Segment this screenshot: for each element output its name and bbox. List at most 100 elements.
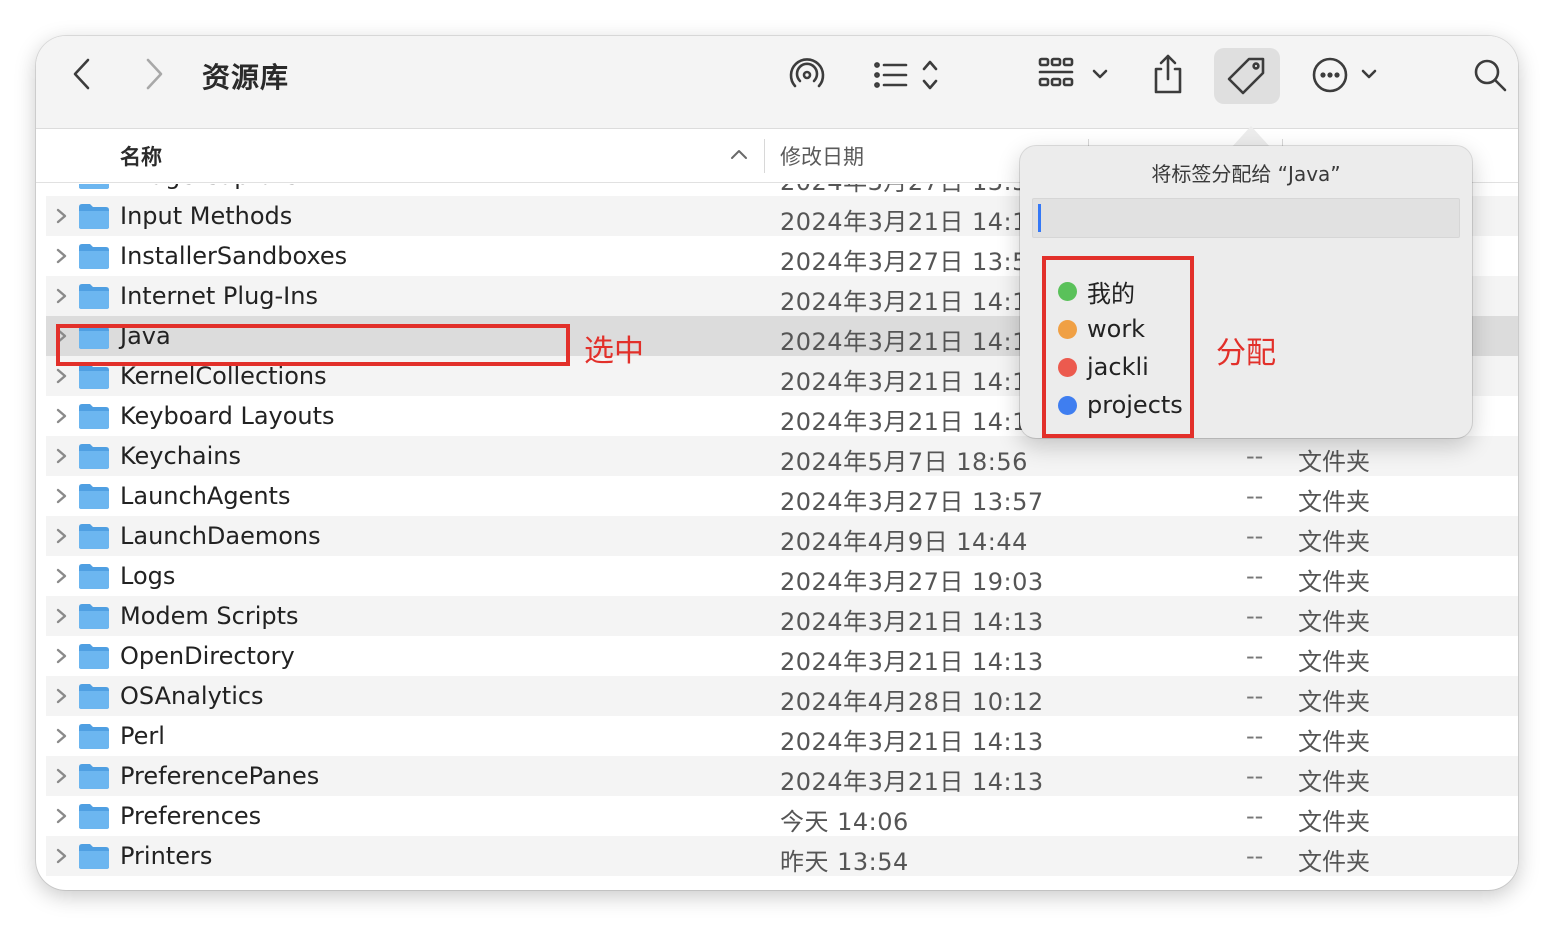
folder-icon	[79, 184, 109, 189]
disclosure-chevron-icon[interactable]	[54, 808, 68, 824]
toolbar: 资源库	[36, 36, 1518, 129]
file-date: 2024年3月21日 14:13	[780, 408, 1044, 436]
file-row[interactable]: Printers 昨天 13:54 -- 文件夹	[46, 836, 1518, 876]
list-view-icon	[874, 60, 938, 90]
file-row[interactable]: Logs 2024年3月27日 19:03 -- 文件夹	[46, 556, 1518, 596]
file-row[interactable]: Perl 2024年3月21日 14:13 -- 文件夹	[46, 716, 1518, 756]
file-kind: 文件夹	[1298, 808, 1370, 836]
file-kind: 文件夹	[1298, 608, 1370, 636]
file-date: 2024年3月21日 14:13	[780, 648, 1044, 676]
file-kind: 文件夹	[1298, 488, 1370, 516]
file-kind: 文件夹	[1298, 848, 1370, 876]
disclosure-chevron-icon[interactable]	[54, 848, 68, 864]
search-button[interactable]	[1470, 54, 1510, 96]
disclosure-chevron-icon[interactable]	[54, 488, 68, 504]
folder-icon	[79, 844, 109, 869]
column-name[interactable]: 名称	[120, 141, 162, 171]
tag-button[interactable]	[1214, 48, 1280, 104]
column-separator[interactable]	[764, 139, 765, 173]
back-button[interactable]	[62, 54, 102, 94]
selection-annotation-label: 选中	[584, 334, 644, 369]
selection-annotation-box	[56, 324, 570, 366]
file-size: --	[1246, 522, 1264, 550]
disclosure-chevron-icon[interactable]	[54, 728, 68, 744]
folder-icon	[79, 204, 109, 229]
file-name: KernelCollections	[120, 362, 327, 390]
forward-button[interactable]	[134, 54, 174, 94]
popover-title: 将标签分配给 “Java”	[1151, 162, 1341, 186]
folder-icon	[79, 524, 109, 549]
folder-icon	[79, 404, 109, 429]
disclosure-chevron-icon[interactable]	[54, 408, 68, 424]
file-date: 2024年3月21日 14:13	[780, 328, 1044, 356]
file-kind: 文件夹	[1298, 728, 1370, 756]
file-name: Modem Scripts	[120, 602, 299, 630]
file-date: 2024年4月28日 10:12	[780, 688, 1044, 716]
file-date: 2024年3月27日 13:57	[780, 488, 1044, 516]
folder-icon	[79, 724, 109, 749]
disclosure-chevron-icon[interactable]	[54, 368, 68, 384]
disclosure-chevron-icon[interactable]	[54, 448, 68, 464]
file-row[interactable]: Preferences 今天 14:06 -- 文件夹	[46, 796, 1518, 836]
airdrop-button[interactable]	[786, 54, 828, 96]
file-name: Keychains	[120, 442, 242, 470]
file-name: Logs	[120, 562, 176, 590]
file-row[interactable]: OSAnalytics 2024年4月28日 10:12 -- 文件夹	[46, 676, 1518, 716]
folder-icon	[79, 444, 109, 469]
file-date: 2024年3月27日 19:03	[780, 568, 1044, 596]
file-name: OpenDirectory	[120, 642, 295, 670]
file-size: --	[1246, 802, 1264, 830]
disclosure-chevron-icon[interactable]	[54, 608, 68, 624]
sort-ascending-icon[interactable]	[730, 147, 748, 161]
disclosure-chevron-icon[interactable]	[54, 688, 68, 704]
file-row[interactable]: Modem Scripts 2024年3月21日 14:13 -- 文件夹	[46, 596, 1518, 636]
file-kind: 文件夹	[1298, 528, 1370, 556]
popover-arrow	[1231, 126, 1271, 148]
disclosure-chevron-icon[interactable]	[54, 288, 68, 304]
file-size: --	[1246, 482, 1264, 510]
file-row[interactable]: Keychains 2024年5月7日 18:56 -- 文件夹	[46, 436, 1518, 476]
more-button[interactable]	[1310, 54, 1382, 96]
file-date: 2024年3月21日 14:13	[780, 768, 1044, 796]
column-date[interactable]: 修改日期	[780, 141, 864, 171]
tag-icon	[1227, 57, 1265, 95]
group-button[interactable]	[1036, 54, 1112, 96]
file-date: 2024年3月21日 14:13	[780, 208, 1044, 236]
folder-icon	[79, 804, 109, 829]
disclosure-chevron-icon[interactable]	[54, 648, 68, 664]
disclosure-chevron-icon[interactable]	[54, 208, 68, 224]
file-size: --	[1246, 762, 1264, 790]
file-size: --	[1246, 842, 1264, 870]
folder-icon	[79, 484, 109, 509]
disclosure-chevron-icon[interactable]	[54, 768, 68, 784]
file-row[interactable]: LaunchAgents 2024年3月27日 13:57 -- 文件夹	[46, 476, 1518, 516]
file-row[interactable]: PreferencePanes 2024年3月21日 14:13 -- 文件夹	[46, 756, 1518, 796]
disclosure-chevron-icon[interactable]	[54, 568, 68, 584]
file-name: LaunchAgents	[120, 482, 291, 510]
file-kind: 文件夹	[1298, 448, 1370, 476]
file-name: OSAnalytics	[120, 682, 264, 710]
file-size: --	[1246, 682, 1264, 710]
file-row[interactable]: OpenDirectory 2024年3月21日 14:13 -- 文件夹	[46, 636, 1518, 676]
file-name: PreferencePanes	[120, 762, 320, 790]
file-date: 2024年3月21日 14:13	[780, 608, 1044, 636]
file-date: 2024年3月21日 14:13	[780, 728, 1044, 756]
file-size: --	[1246, 562, 1264, 590]
share-button[interactable]	[1148, 52, 1188, 96]
folder-icon	[79, 604, 109, 629]
file-size: --	[1246, 442, 1264, 470]
file-kind: 文件夹	[1298, 688, 1370, 716]
folder-icon	[79, 284, 109, 309]
file-date: 今天 14:06	[780, 808, 909, 836]
tag-input[interactable]	[1032, 198, 1460, 238]
chevron-left-icon	[73, 58, 90, 90]
file-name: Preferences	[120, 802, 262, 830]
disclosure-chevron-icon[interactable]	[54, 248, 68, 264]
view-options-button[interactable]	[870, 54, 946, 96]
file-date: 2024年3月27日 13:57	[780, 248, 1044, 276]
file-name: Input Methods	[120, 202, 293, 230]
file-row[interactable]: LaunchDaemons 2024年4月9日 14:44 -- 文件夹	[46, 516, 1518, 556]
folder-icon	[79, 244, 109, 269]
disclosure-chevron-icon[interactable]	[54, 528, 68, 544]
more-icon	[1312, 57, 1377, 93]
